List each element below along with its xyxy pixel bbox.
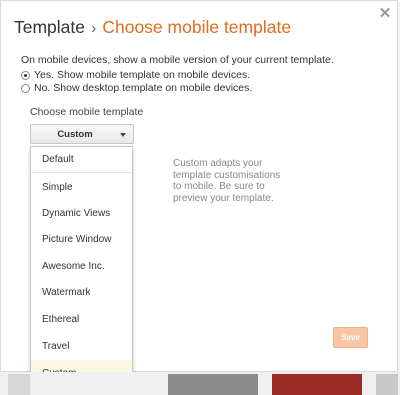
title-choose-mobile-template: Choose mobile template xyxy=(102,17,292,37)
menu-item-picture-window[interactable]: Picture Window xyxy=(31,226,132,252)
dialog-title: Template › Choose mobile template xyxy=(14,17,291,38)
choose-template-label: Choose mobile template xyxy=(30,106,144,118)
mobile-description: On mobile devices, show a mobile version… xyxy=(21,54,334,66)
mobile-template-dialog: Template › Choose mobile template ✕ On mob… xyxy=(0,0,398,386)
menu-item-simple[interactable]: Simple xyxy=(31,174,132,200)
chevron-down-icon xyxy=(120,133,126,137)
thumbnail xyxy=(376,374,398,395)
menu-item-ethereal[interactable]: Ethereal xyxy=(31,306,132,332)
menu-item-dynamic-views[interactable]: Dynamic Views xyxy=(31,200,132,226)
breadcrumb-separator: › xyxy=(91,20,97,37)
radio-yes-label: Yes. Show mobile template on mobile devi… xyxy=(34,69,251,81)
radio-option-yes[interactable]: Yes. Show mobile template on mobile devi… xyxy=(21,69,250,81)
thumbnail xyxy=(168,374,258,395)
menu-item-travel[interactable]: Travel xyxy=(31,333,132,359)
radio-yes-button[interactable] xyxy=(21,70,30,80)
thumbnail xyxy=(272,374,362,395)
menu-item-default[interactable]: Default xyxy=(31,147,132,173)
title-template: Template xyxy=(14,17,86,37)
selected-template-value: Custom xyxy=(57,128,93,140)
menu-item-awesome-inc[interactable]: Awesome Inc. xyxy=(31,253,132,279)
radio-no-button[interactable] xyxy=(21,83,30,93)
radio-option-no[interactable]: No. Show desktop template on mobile devi… xyxy=(21,82,252,94)
save-button[interactable]: Save xyxy=(333,327,368,348)
menu-item-watermark[interactable]: Watermark xyxy=(31,279,132,305)
background-template-thumbnails xyxy=(0,372,400,395)
template-select-dropdown[interactable]: Custom xyxy=(30,124,134,144)
radio-no-label: No. Show desktop template on mobile devi… xyxy=(34,82,253,94)
template-hint-text: Custom adapts your template customisatio… xyxy=(173,158,281,204)
close-icon[interactable]: ✕ xyxy=(378,6,392,21)
thumbnail xyxy=(8,374,30,395)
template-dropdown-menu: Default Simple Dynamic Views Picture Win… xyxy=(30,146,133,386)
